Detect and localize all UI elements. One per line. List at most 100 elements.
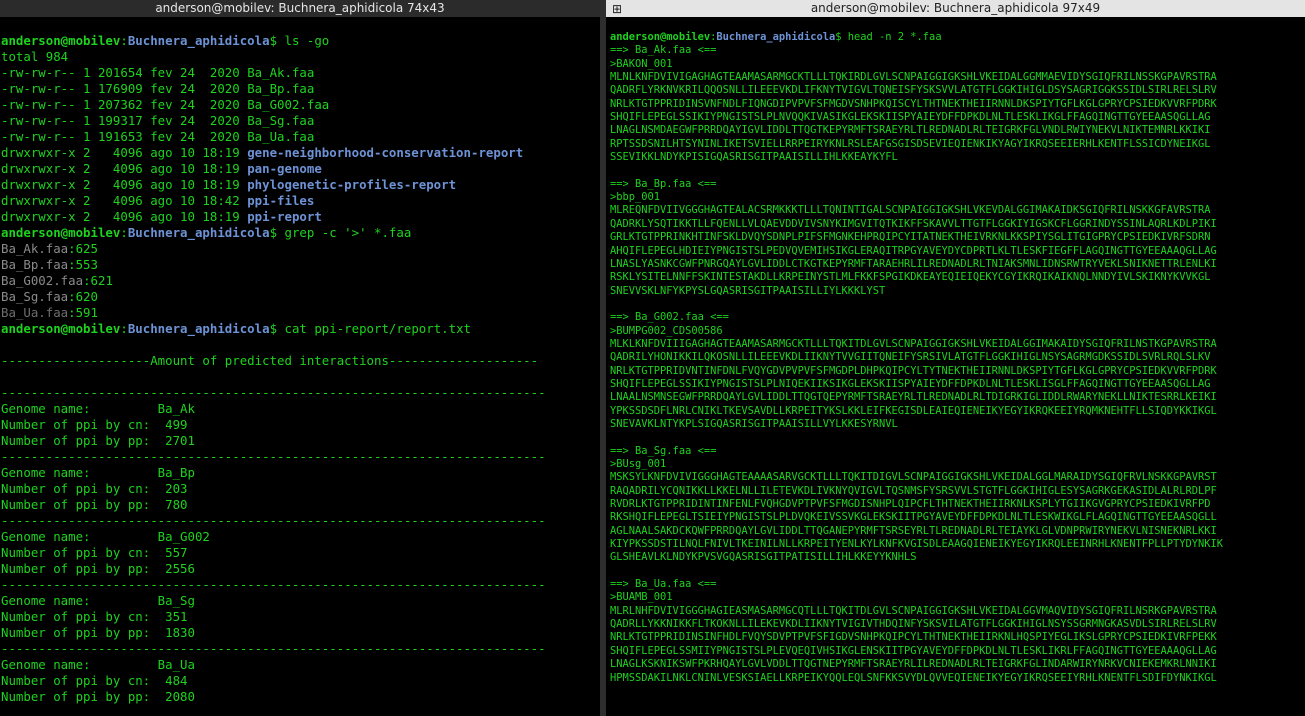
count-row: Ba_Bp.faa:553: [1, 257, 600, 273]
sequence-line: SHQIFLEPEGLSSMIIYPNGISTSLPLEVQEQIVHSIKGL…: [610, 645, 1305, 658]
ppi-cn-value: 484: [165, 673, 188, 688]
prompt-symbol: $: [269, 33, 285, 48]
ppi-cn-label: Number of ppi by cn:: [1, 673, 166, 688]
sequence-text: QADRLLYKKNIKKFLTKOKNLLILEKEVKDLIIKNYTVIG…: [610, 618, 1217, 631]
sequence-text: MLKLKNFDVIIIGAGHAGTEAAMASARMGCKTLLLTQKIT…: [610, 337, 1217, 350]
command-text: ls -go: [284, 33, 330, 48]
prompt-colon: :: [120, 225, 128, 240]
ppi-cn-label: Number of ppi by cn:: [1, 609, 166, 624]
dash-rule: ----------------------------------------…: [1, 449, 600, 465]
file-meta: -rw-rw-r-- 1 176909 fev 24 2020: [1, 81, 248, 96]
sequence-text: QADRILYHONIKKILQKOSNLLILEEEVKDLIIKNYTVVG…: [610, 351, 1211, 364]
file-meta: -rw-rw-r-- 1 207362 fev 24 2020: [1, 97, 248, 112]
command-text: head -n 2 *.faa: [847, 31, 942, 43]
ppi-pp-row: Number of ppi by pp: 2080: [1, 689, 600, 705]
ppi-pp-label: Number of ppi by pp:: [1, 497, 166, 512]
sequence-line: GLSHEAVLKLNDYKPVSVGQASRISGITPATISILLIHLK…: [610, 551, 1305, 564]
right-window-title: anderson@mobilev: Buchnera_aphidicola 97…: [810, 1, 1101, 15]
sequence-text: SNEVVSKLNFYKPYSLGQASRISGITPAAISILLIYLKKK…: [610, 284, 886, 297]
count-value: :553: [68, 257, 98, 272]
genome-value: Ba_G002: [157, 529, 210, 544]
left-terminal-output[interactable]: anderson@mobilev:Buchnera_aphidicola$ ls…: [0, 17, 600, 705]
sequence-text: KIYPKSSDSTILNQLFNIVLTKEINILNLLKRPEITYENL…: [610, 538, 1224, 551]
prompt-symbol: $: [835, 31, 848, 43]
file-name: Ba_Sg.faa: [247, 113, 315, 128]
file-row: -rw-rw-r-- 1 207362 fev 24 2020 Ba_G002.…: [1, 97, 600, 113]
left-terminal-window[interactable]: anderson@mobilev: Buchnera_aphidicola 74…: [0, 0, 600, 716]
genome-label: Genome name:: [1, 401, 158, 416]
file-header-text: ==> Ba_G002.faa <==: [610, 311, 729, 324]
right-terminal-output[interactable]: anderson@mobilev:Buchnera_aphidicola$ he…: [606, 17, 1305, 685]
sequence-id: >BAKON_001: [610, 58, 1305, 71]
dir-meta: drwxrwxr-x 2 4096 ago 10 18:19: [1, 161, 248, 176]
genome-label: Genome name:: [1, 465, 158, 480]
sequence-line: MSKSYLKNFDVIVIGGGHAGTEAAAASARVGCKTLLLTQK…: [610, 471, 1305, 484]
right-window-titlebar[interactable]: ⊞ anderson@mobilev: Buchnera_aphidicola …: [606, 0, 1305, 17]
sequence-text: LNAALNSMNSEGWFPRRDQAYLGVLIDDLTTQGTQEPYRM…: [610, 391, 1217, 404]
file-row: -rw-rw-r-- 1 201654 fev 24 2020 Ba_Ak.fa…: [1, 65, 600, 81]
ppi-pp-value: 780: [165, 497, 188, 512]
sequence-line: SHQIFLEPEGLSSIKIYPNGISTSLPLNIQEKIIKSIKGL…: [610, 378, 1305, 391]
count-row: Ba_G002.faa:621: [1, 273, 600, 289]
dash-rule: ----------------------------------------…: [1, 385, 600, 401]
file-header-text: ==> Ba_Sg.faa <==: [610, 444, 717, 457]
ppi-pp-value: 2556: [165, 561, 195, 576]
ppi-pp-value: 2701: [165, 433, 195, 448]
genome-label: Genome name:: [1, 593, 158, 608]
prompt-user: anderson@mobilev: [1, 225, 121, 240]
blank-line: ​: [1, 337, 600, 353]
count-value: :591: [68, 305, 98, 320]
genome-row: Genome name: Ba_Bp: [1, 465, 600, 481]
dir-name: gene-neighborhood-conservation-report: [247, 145, 524, 160]
sequence-line: MLREQNFDVIIVGGGHAGTEALACSRMKKKTLLLTQNINT…: [610, 204, 1305, 217]
dash-rule-text: ----------------------------------------…: [1, 385, 546, 400]
sequence-text: NRLKTGTPPRIDINSVNFNDLFIQNGDIPVPVFSFMGDVS…: [610, 97, 1217, 110]
dash-rule-text: ----------------------------------------…: [1, 577, 546, 592]
prompt-colon: :: [120, 321, 128, 336]
dir-name: pan-genome: [247, 161, 322, 176]
blank-line: ​: [610, 431, 1305, 444]
count-file: Ba_Ua.faa: [1, 305, 69, 320]
sequence-text: HPMSSDAKILNKLCNINLVESKSIAELLKRPEIKYQQLEQ…: [610, 671, 1217, 684]
sequence-id-text: >BUMPG002_CDS00586: [610, 324, 723, 337]
sequence-line: NRLKTGTPPRIDINSINFHDLFVQYSDVPTPVFSFIGDVS…: [610, 631, 1305, 644]
prompt-symbol: $: [269, 225, 285, 240]
sequence-text: LNAGLNSMDAEGWFPRRDQAYIGVLIDDLTTQGTKEPYRM…: [610, 124, 1211, 137]
dir-row: drwxrwxr-x 2 4096 ago 10 18:19 phylogene…: [1, 177, 600, 193]
sequence-text: SHQIFLEPEGLSSIKIYPNGISTSLPLNIQEKIIKSIKGL…: [610, 377, 1211, 390]
count-row: Ba_Ua.faa:591: [1, 305, 600, 321]
sequence-line: MLKLKNFDVIIIGAGHAGTEAAMASARMGCKTLLLTQKIT…: [610, 338, 1305, 351]
command-text: cat ppi-report/report.txt: [284, 321, 472, 336]
sequence-line: QADRILYHONIKKILQKOSNLLILEEEVKDLIIKNYTVVG…: [610, 351, 1305, 364]
prompt-line: anderson@mobilev:Buchnera_aphidicola$ ls…: [1, 33, 600, 49]
file-row: -rw-rw-r-- 1 191653 fev 24 2020 Ba_Ua.fa…: [1, 129, 600, 145]
sequence-line: LNASLYASNKCGWFPNRGQAYLGVLIDDLCTKGTKEPYRM…: [610, 258, 1305, 271]
sequence-line: AHQIFLEPEGLHDIEIYPNGISTSLPEDVQVEMIHSIKGL…: [610, 245, 1305, 258]
dir-name: ppi-files: [247, 193, 315, 208]
left-window-titlebar[interactable]: anderson@mobilev: Buchnera_aphidicola 74…: [0, 0, 600, 17]
genome-row: Genome name: Ba_Ak: [1, 401, 600, 417]
sequence-text: MLREQNFDVIIVGGGHAGTEALACSRMKKKTLLLTQNINT…: [610, 204, 1211, 217]
count-row: Ba_Sg.faa:620: [1, 289, 600, 305]
dir-row: drwxrwxr-x 2 4096 ago 10 18:42 ppi-files: [1, 193, 600, 209]
sequence-text: AGLNAALSAKDCKQWFPRRDQAYLGVLIDDLTTQGANEPY…: [610, 524, 1217, 537]
sequence-id-text: >BAKON_001: [610, 57, 673, 70]
ppi-pp-value: 2080: [165, 689, 195, 704]
sequence-text: MLNLKNFDVIVIGAGHAGTEAAMASARMGCKTLLLTQKIR…: [610, 71, 1217, 84]
left-window-title: anderson@mobilev: Buchnera_aphidicola 74…: [155, 1, 445, 15]
right-terminal-window[interactable]: ⊞ anderson@mobilev: Buchnera_aphidicola …: [606, 0, 1305, 716]
sequence-id: >bbp_001: [610, 191, 1305, 204]
sequence-line: MLNLKNFDVIVIGAGHAGTEAAMASARMGCKTLLLTQKIR…: [610, 71, 1305, 84]
genome-row: Genome name: Ba_Sg: [1, 593, 600, 609]
sequence-text: AHQIFLEPEGLHDIEIYPNGISTSLPEDVQVEMIHSIKGL…: [610, 244, 1217, 257]
dir-name: ppi-report: [247, 209, 322, 224]
sequence-line: AGLNAALSAKDCKQWFPRRDQAYLGVLIDDLTTQGANEPY…: [610, 525, 1305, 538]
sequence-line: RPTSSDSNILHTSYNINLIKETSVIELLRRPEIRYKNLRS…: [610, 138, 1305, 151]
sequence-line: QADRLLYKKNIKKFLTKOKNLLILEKEVKDLIIKNYTVIG…: [610, 618, 1305, 631]
prompt-user: anderson@mobilev: [1, 33, 121, 48]
ppi-cn-value: 351: [165, 609, 188, 624]
ppi-cn-row: Number of ppi by cn: 203: [1, 481, 600, 497]
sequence-line: NRLKTGTPPRIDINSVNFNDLFIQNGDIPVPVFSFMGDVS…: [610, 98, 1305, 111]
genome-label: Genome name:: [1, 657, 158, 672]
ppi-cn-label: Number of ppi by cn:: [1, 481, 166, 496]
